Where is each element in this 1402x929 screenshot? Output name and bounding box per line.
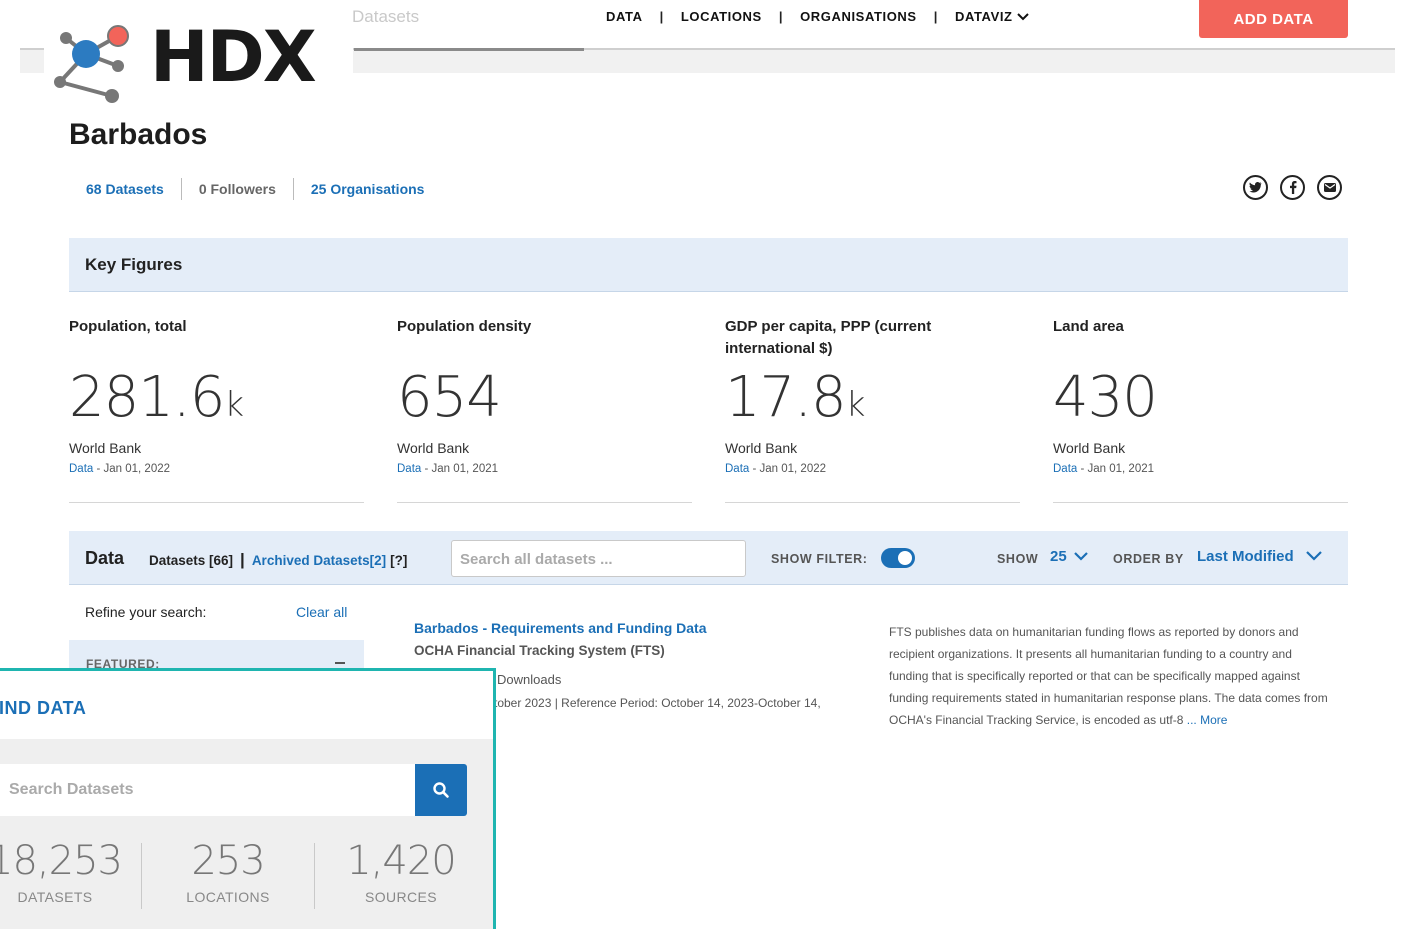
refine-search-label: Refine your search: xyxy=(85,604,207,620)
clear-all-link[interactable]: Clear all xyxy=(296,604,347,620)
key-figure-card: Population, total 281.6k World Bank Data… xyxy=(69,316,364,503)
find-data-search-input[interactable]: Search Datasets xyxy=(0,764,415,816)
show-filter-label: SHOW FILTER: xyxy=(771,552,868,566)
key-figure-label: Population density xyxy=(397,318,532,335)
chevron-down-icon xyxy=(1016,10,1029,24)
chevron-down-icon xyxy=(1074,552,1088,561)
key-figure-label: GDP per capita, PPP (current internation… xyxy=(725,318,932,357)
key-figure-value: 654 xyxy=(397,365,502,430)
search-underline xyxy=(354,48,584,51)
show-count-label: SHOW xyxy=(997,552,1039,566)
hdx-logo[interactable]: HDX xyxy=(44,14,353,110)
followers-count: 0 Followers xyxy=(198,181,276,197)
featured-filter-header[interactable]: FEATURED: xyxy=(69,640,364,671)
tab-datasets[interactable]: Datasets [66] xyxy=(149,553,233,568)
logo-wordmark: HDX xyxy=(150,16,317,98)
key-figure-data-link[interactable]: Data xyxy=(397,463,421,475)
key-figure-meta: Data - Jan 01, 2021 xyxy=(1053,463,1155,475)
dataset-title-link[interactable]: Barbados - Requirements and Funding Data xyxy=(414,620,706,636)
dataset-organisation: OCHA Financial Tracking System (FTS) xyxy=(414,643,665,658)
more-link[interactable]: ... More xyxy=(1183,713,1228,727)
chevron-down-icon xyxy=(1306,551,1322,561)
data-toolbar: Data Datasets [66] | Archived Datasets[2… xyxy=(69,531,1348,585)
key-figure-data-link[interactable]: Data xyxy=(69,463,93,475)
tab-archived-datasets[interactable]: Archived Datasets[2] xyxy=(252,553,386,568)
show-filter-toggle[interactable] xyxy=(881,548,915,568)
key-figure-meta: Data - Jan 01, 2021 xyxy=(397,463,499,475)
stat-sources[interactable]: 1,420 SOURCES xyxy=(315,841,487,905)
data-tabs: Datasets [66] | Archived Datasets[2] [?] xyxy=(149,550,408,569)
key-figure-label: Population, total xyxy=(69,318,187,335)
datasets-count-link[interactable]: 68 Datasets xyxy=(86,181,164,197)
find-data-heading: IND DATA xyxy=(0,698,87,718)
page-title: Barbados xyxy=(69,118,208,151)
nav-organisations[interactable]: ORGANISATIONS xyxy=(800,9,917,24)
nav-data[interactable]: DATA xyxy=(606,9,643,24)
location-stats: 68 Datasets 0 Followers 25 Organisations xyxy=(86,178,424,200)
key-figure-data-link[interactable]: Data xyxy=(1053,463,1077,475)
facebook-icon[interactable] xyxy=(1280,175,1305,200)
key-figures-header: Key Figures xyxy=(69,238,1348,292)
dataset-search-input[interactable]: Search all datasets ... xyxy=(451,540,746,577)
dataset-description: FTS publishes data on humanitarian fundi… xyxy=(889,625,1328,727)
email-icon[interactable] xyxy=(1317,175,1342,200)
key-figure-source: World Bank xyxy=(1053,440,1126,456)
key-figure-source: World Bank xyxy=(725,440,798,456)
key-figure-label: Land area xyxy=(1053,318,1124,335)
key-figure-value: 17.8k xyxy=(725,365,866,430)
organisations-count-link[interactable]: 25 Organisations xyxy=(311,181,425,197)
key-figures-title: Key Figures xyxy=(85,255,183,274)
search-icon xyxy=(433,782,449,798)
stat-datasets[interactable]: 18,253 DATASETS xyxy=(0,841,141,905)
hdx-network-icon xyxy=(54,25,129,103)
key-figure-value: 430 xyxy=(1053,365,1158,430)
key-figure-source: World Bank xyxy=(397,440,470,456)
show-count-select[interactable]: 25 xyxy=(1050,548,1088,565)
key-figure-value: 281.6k xyxy=(69,365,245,430)
data-section-title: Data xyxy=(85,548,125,568)
main-nav: DATA | LOCATIONS | ORGANISATIONS | DATAV… xyxy=(606,9,1029,24)
key-figure-source: World Bank xyxy=(69,440,142,456)
nav-dataviz[interactable]: DATAVIZ xyxy=(955,9,1029,24)
collapse-icon xyxy=(335,662,345,664)
twitter-icon[interactable] xyxy=(1243,175,1268,200)
dataset-downloads: Downloads xyxy=(497,672,562,687)
key-figure-meta: Data - Jan 01, 2022 xyxy=(69,463,171,475)
key-figure-card: GDP per capita, PPP (current internation… xyxy=(725,316,1020,503)
stat-locations[interactable]: 253 LOCATIONS xyxy=(142,841,314,905)
key-figure-meta: Data - Jan 01, 2022 xyxy=(725,463,827,475)
nav-locations[interactable]: LOCATIONS xyxy=(681,9,762,24)
help-link[interactable]: [?] xyxy=(390,553,407,568)
key-figure-card: Land area 430 World Bank Data - Jan 01, … xyxy=(1053,316,1348,503)
add-data-button[interactable]: ADD DATA xyxy=(1199,0,1348,38)
header-search-text[interactable]: Datasets xyxy=(352,7,419,27)
order-by-select[interactable]: Last Modified xyxy=(1197,548,1322,565)
find-data-search-button[interactable] xyxy=(415,764,467,816)
key-figure-card: Population density 654 World Bank Data -… xyxy=(397,316,692,503)
key-figure-data-link[interactable]: Data xyxy=(725,463,749,475)
social-share xyxy=(1243,175,1342,200)
order-by-label: ORDER BY xyxy=(1113,552,1184,566)
find-data-panel: IND DATA Search Datasets 18,253 DATASETS… xyxy=(0,668,496,929)
dataset-dates: tober 2023 | Reference Period: October 1… xyxy=(494,696,821,710)
